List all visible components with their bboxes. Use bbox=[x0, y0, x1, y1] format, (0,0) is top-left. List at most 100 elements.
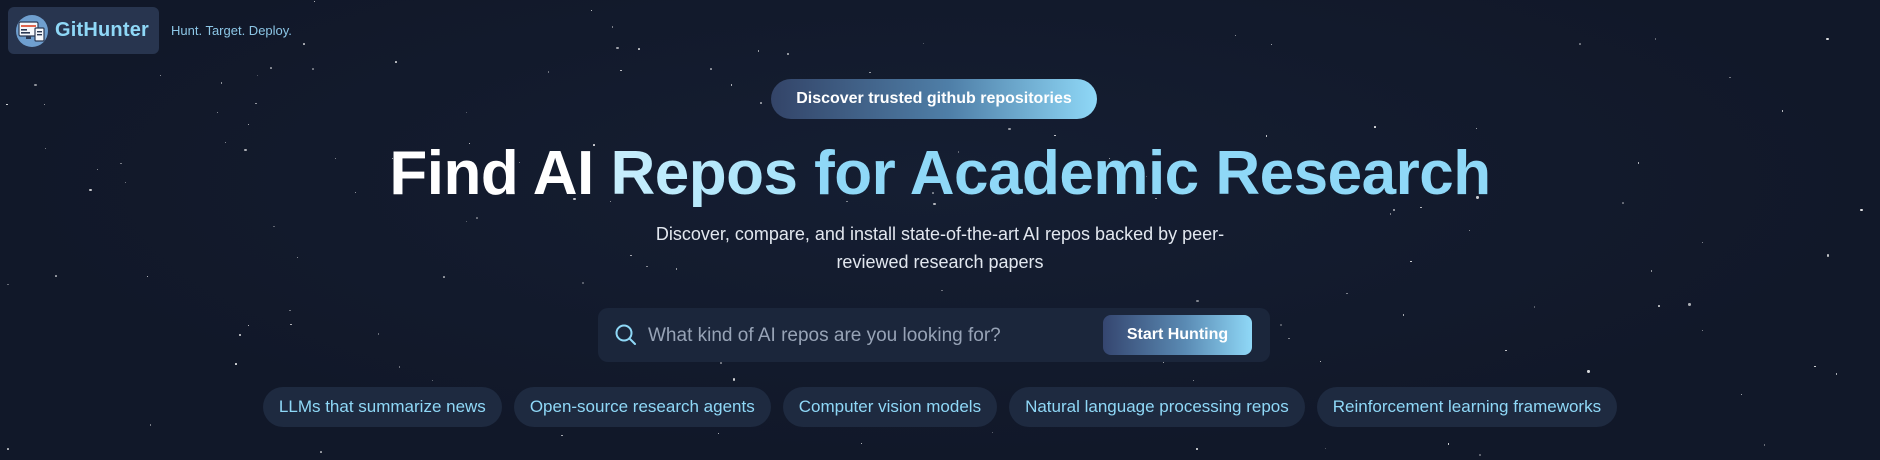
star bbox=[1814, 365, 1816, 368]
logo[interactable]: GitHunter bbox=[8, 7, 159, 54]
star bbox=[378, 333, 380, 335]
star bbox=[6, 104, 8, 106]
star bbox=[1325, 448, 1327, 450]
suggestion-chip[interactable]: Reinforcement learning frameworks bbox=[1316, 387, 1618, 427]
star bbox=[313, 1, 316, 3]
star bbox=[717, 433, 720, 435]
star bbox=[1319, 360, 1322, 363]
star bbox=[34, 83, 37, 87]
search-icon bbox=[614, 323, 638, 347]
star bbox=[476, 217, 478, 219]
star bbox=[991, 431, 993, 434]
star bbox=[398, 366, 401, 368]
star bbox=[319, 451, 322, 453]
brand-tagline: Hunt. Target. Deploy. bbox=[171, 23, 292, 38]
star bbox=[289, 310, 291, 312]
star bbox=[1410, 261, 1412, 263]
star bbox=[1658, 304, 1660, 307]
star bbox=[1196, 299, 1199, 303]
star bbox=[443, 276, 445, 278]
search-input[interactable] bbox=[646, 318, 1100, 354]
star bbox=[1280, 323, 1283, 327]
star bbox=[1374, 126, 1376, 128]
star bbox=[757, 49, 760, 52]
star bbox=[465, 221, 467, 223]
star bbox=[296, 256, 298, 258]
star bbox=[1587, 370, 1590, 373]
star bbox=[1475, 127, 1478, 130]
star bbox=[1192, 379, 1194, 381]
star bbox=[6, 283, 9, 286]
headline-part-3: for Academic Research bbox=[814, 139, 1491, 208]
star bbox=[1763, 444, 1766, 446]
star bbox=[869, 71, 871, 74]
star bbox=[591, 9, 593, 11]
star bbox=[1403, 314, 1405, 316]
star bbox=[1826, 254, 1830, 257]
star bbox=[1196, 447, 1199, 450]
star bbox=[922, 42, 924, 44]
star bbox=[1579, 43, 1581, 45]
star bbox=[1234, 35, 1236, 37]
star bbox=[1835, 373, 1838, 375]
computer-monitor-icon bbox=[16, 14, 48, 47]
star bbox=[1728, 76, 1731, 79]
star bbox=[616, 46, 619, 50]
suggestion-chip[interactable]: Open-source research agents bbox=[513, 387, 771, 427]
star bbox=[255, 102, 257, 104]
star bbox=[234, 363, 237, 365]
star bbox=[1654, 37, 1657, 40]
star bbox=[273, 226, 275, 228]
star bbox=[548, 71, 550, 73]
star bbox=[638, 47, 641, 50]
suggestion-chip[interactable]: Computer vision models bbox=[782, 387, 998, 427]
star bbox=[1701, 241, 1703, 243]
star bbox=[247, 324, 249, 326]
star bbox=[1346, 292, 1348, 294]
star bbox=[1008, 127, 1011, 131]
star bbox=[147, 276, 149, 278]
star bbox=[159, 74, 161, 76]
star bbox=[1447, 443, 1449, 445]
hero-subtitle: Discover, compare, and install state-of-… bbox=[655, 224, 1225, 272]
start-hunting-button[interactable]: Start Hunting bbox=[1103, 315, 1252, 355]
suggestion-chip[interactable]: Natural language processing repos bbox=[1009, 387, 1305, 427]
star bbox=[730, 84, 733, 86]
star bbox=[290, 323, 292, 326]
star bbox=[787, 52, 790, 56]
star bbox=[431, 380, 433, 382]
star bbox=[55, 274, 57, 277]
star bbox=[7, 448, 9, 450]
star bbox=[247, 123, 249, 125]
star bbox=[760, 102, 762, 104]
star bbox=[611, 26, 614, 28]
star bbox=[1469, 230, 1471, 232]
star bbox=[581, 281, 585, 285]
star bbox=[1826, 37, 1829, 41]
star bbox=[720, 362, 722, 364]
star bbox=[732, 378, 736, 381]
landing-page: GitHunter Hunt. Target. Deploy. Discover… bbox=[0, 0, 1880, 460]
headline-part-1: Find AI bbox=[389, 139, 594, 208]
hero-badge: Discover trusted github repositories bbox=[771, 79, 1097, 119]
star bbox=[303, 43, 305, 45]
star bbox=[1288, 337, 1290, 340]
star bbox=[1265, 135, 1268, 138]
brand-name: GitHunter bbox=[55, 19, 150, 41]
star bbox=[1389, 212, 1392, 215]
star bbox=[238, 333, 242, 337]
star bbox=[395, 61, 397, 63]
suggestion-chips: LLMs that summarize news Open-source rese… bbox=[0, 387, 1880, 427]
star bbox=[216, 111, 218, 113]
star bbox=[1505, 349, 1507, 352]
headline-part-2: Repos bbox=[610, 139, 798, 208]
star bbox=[1162, 361, 1165, 363]
star bbox=[256, 75, 258, 77]
star bbox=[710, 68, 712, 70]
star bbox=[860, 442, 862, 444]
star bbox=[561, 434, 563, 437]
star bbox=[941, 289, 943, 292]
suggestion-chip[interactable]: LLMs that summarize news bbox=[262, 387, 502, 427]
star bbox=[1781, 109, 1784, 112]
star bbox=[312, 68, 314, 70]
